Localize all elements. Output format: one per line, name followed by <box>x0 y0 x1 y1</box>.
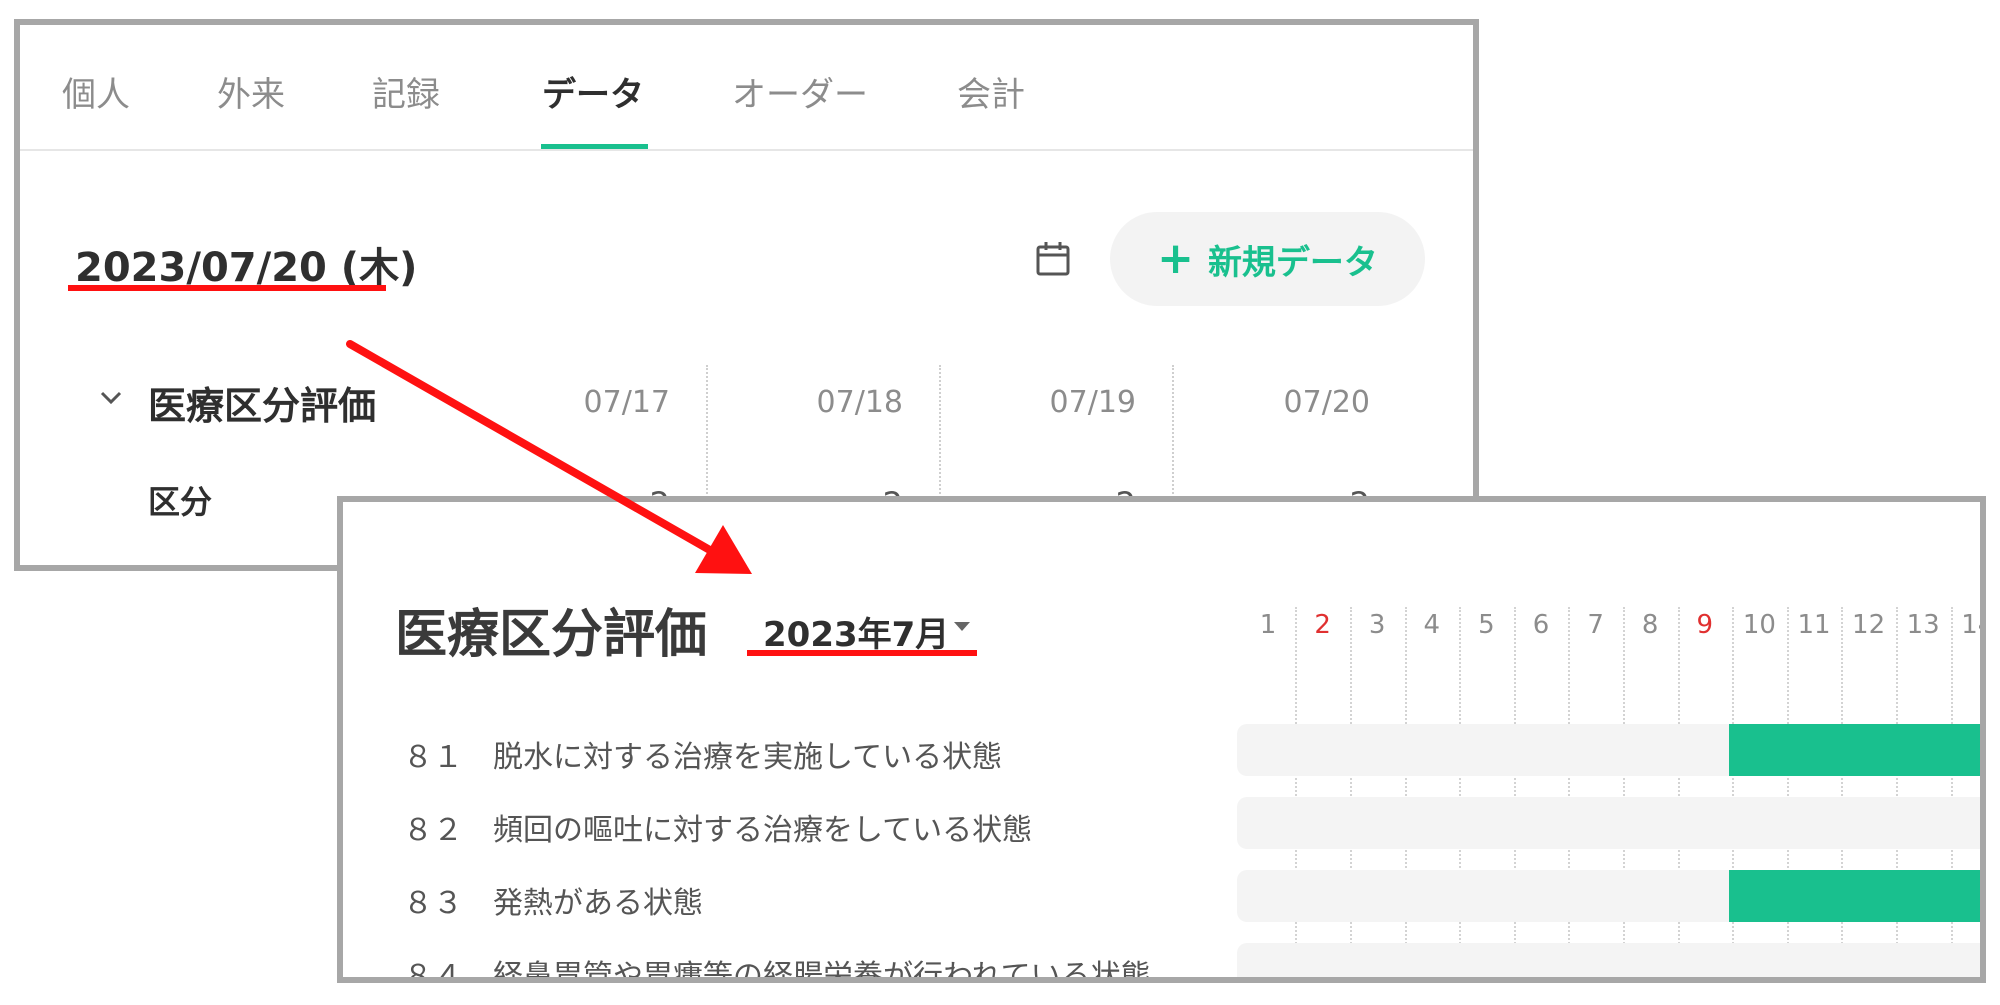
tab-data[interactable]: データ <box>542 67 644 116</box>
item-timeline[interactable] <box>1237 943 1980 977</box>
chevron-down-icon[interactable] <box>98 385 124 411</box>
day-grid-line <box>1950 607 1953 977</box>
day-label: 1 <box>1259 610 1277 640</box>
day-grid-line <box>1677 607 1680 977</box>
active-tab-indicator <box>541 144 648 149</box>
tab-personal[interactable]: 個人 <box>62 67 130 116</box>
evaluation-item-label: ８４ 経鼻胃管や胃瘻等の経腸栄養が行われている状態 <box>403 959 1151 983</box>
day-grid-line <box>1349 607 1352 977</box>
tab-billing[interactable]: 会計 <box>957 67 1025 116</box>
day-grid-line <box>1732 607 1735 977</box>
active-period-bar[interactable] <box>1729 724 1980 776</box>
day-label: 4 <box>1423 610 1441 640</box>
calendar-icon[interactable] <box>1034 240 1072 278</box>
day-label: 5 <box>1478 610 1495 640</box>
annotation-underline-month <box>747 650 977 656</box>
day-label: 11 <box>1797 610 1831 640</box>
day-grid-line <box>1841 607 1844 977</box>
active-period-bar[interactable] <box>1729 870 1980 922</box>
plus-icon: + <box>1157 233 1194 284</box>
monthly-evaluation-panel: 医療区分評価 2023年7月 1234567891011121314 ８１ 脱水… <box>337 496 1986 983</box>
date-column-header: 07/18 <box>816 385 903 420</box>
day-grid-line <box>1622 607 1625 977</box>
day-grid-line <box>1895 607 1898 977</box>
annotation-underline-date <box>68 285 386 291</box>
section-title: 医療区分評価 <box>148 384 377 428</box>
day-label: 12 <box>1852 610 1886 640</box>
day-grid-line <box>1568 607 1571 977</box>
day-label: 9 <box>1696 610 1714 640</box>
day-grid-line <box>1459 607 1462 977</box>
row-label: 区分 <box>148 483 213 521</box>
evaluation-item-label: ８３ 発熱がある状態 <box>403 886 703 921</box>
date-column-header: 07/17 <box>583 385 670 420</box>
item-timeline[interactable] <box>1237 797 1980 849</box>
day-label: 14 <box>1961 610 1980 640</box>
month-selector[interactable]: 2023年7月 <box>763 607 949 656</box>
patient-data-panel: 個人 外来 記録 データ オーダー 会計 2023/07/20 (木) + 新規… <box>14 19 1479 571</box>
day-label: 3 <box>1368 610 1386 640</box>
day-grid-line <box>1513 607 1516 977</box>
evaluation-item-label: ８１ 脱水に対する治療を実施している状態 <box>403 740 1003 775</box>
day-label: 7 <box>1587 610 1604 640</box>
day-label: 13 <box>1906 610 1940 640</box>
date-column-header: 07/19 <box>1049 385 1136 420</box>
tab-outpatient[interactable]: 外来 <box>217 67 285 116</box>
evaluation-item-label: ８２ 頻回の嘔吐に対する治療をしている状態 <box>403 813 1033 848</box>
new-data-label: 新規データ <box>1207 242 1378 283</box>
tab-records[interactable]: 記録 <box>372 67 440 116</box>
monthly-title: 医療区分評価 <box>395 605 708 665</box>
tab-bar: 個人 外来 記録 データ オーダー 会計 <box>20 25 1473 151</box>
day-grid-line <box>1404 607 1407 977</box>
day-label: 2 <box>1314 610 1331 640</box>
day-label: 10 <box>1742 610 1776 640</box>
tab-orders[interactable]: オーダー <box>732 67 868 116</box>
caret-down-icon[interactable] <box>954 622 970 631</box>
day-grid-line <box>1786 607 1789 977</box>
new-data-button[interactable]: + 新規データ <box>1110 212 1425 306</box>
day-grid-line <box>1295 607 1298 977</box>
date-column-header: 07/20 <box>1283 385 1370 420</box>
day-label: 8 <box>1641 610 1659 640</box>
day-label: 6 <box>1532 610 1550 640</box>
